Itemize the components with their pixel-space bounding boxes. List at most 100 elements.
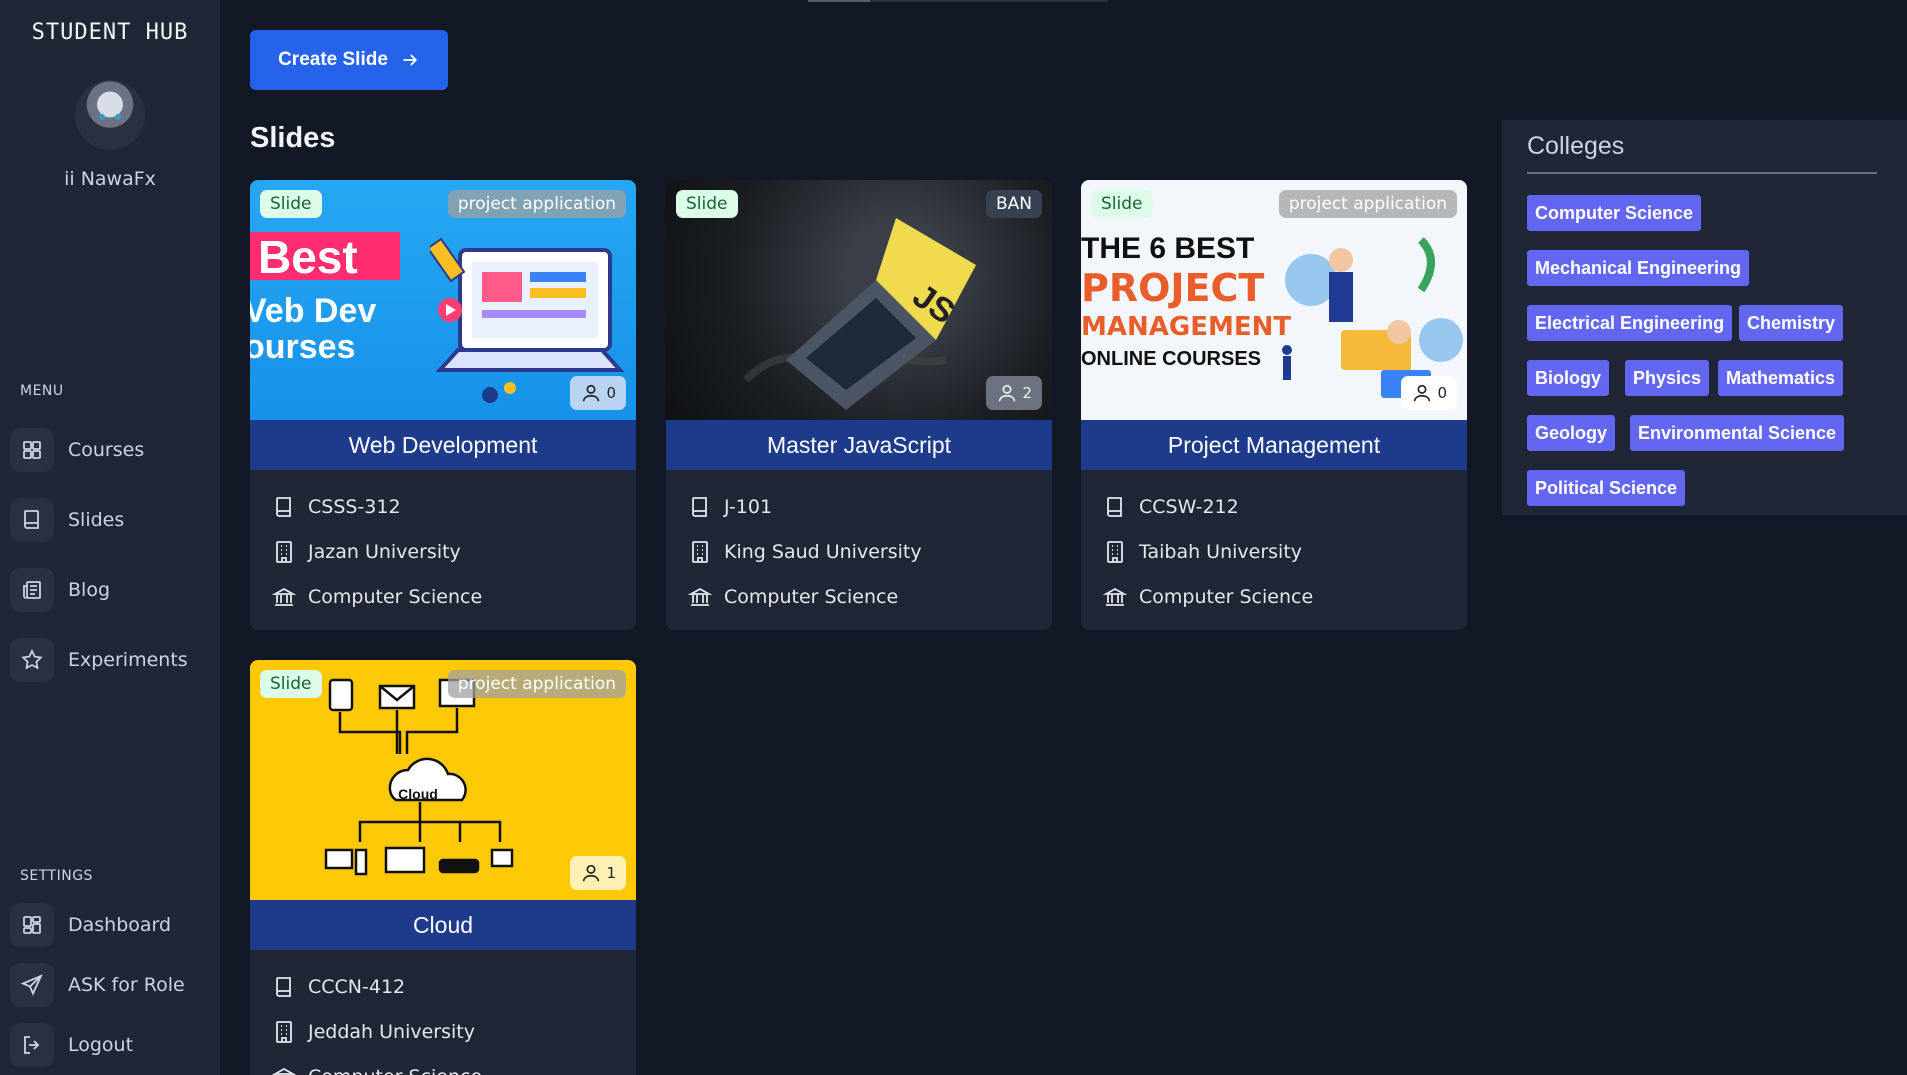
sidebar-item-label: Blog [68,579,110,601]
institution-icon [688,587,712,606]
university-name: King Saud University [724,540,922,563]
thumb-text: MANAGEMENT [1081,312,1292,342]
slide-thumbnail: JS Slide BAN 2 [666,180,1052,420]
category-badge: project application [447,670,626,698]
sidebar-item-logout[interactable]: Logout [10,1020,210,1070]
college-name: Computer Science [308,1066,482,1075]
university-row: King Saud University [688,529,1030,574]
slide-card-cloud[interactable]: Cloud Slide project application 1 Cloud … [250,660,636,1075]
menu-label: MENU [20,383,64,399]
avatar[interactable] [75,80,145,150]
college-tag[interactable]: Environmental Science [1630,415,1845,451]
building-icon [1107,540,1123,563]
sidebar-item-courses[interactable]: Courses [10,425,210,475]
university-row: Jazan University [272,529,614,574]
settings-label: SETTINGS [20,868,93,884]
college-tag[interactable]: Chemistry [1739,305,1844,341]
college-tag[interactable]: Electrical Engineering [1527,305,1733,341]
slide-thumbnail: THE 6 BEST PROJECT MANAGEMENT ONLINE COU… [1081,180,1467,420]
college-tag[interactable]: Physics [1625,360,1710,396]
slide-badge: Slide [260,190,322,218]
avatar-eye-left [99,114,105,120]
college-row: Computer Science [1103,574,1445,619]
sidebar-item-label: Courses [68,439,145,461]
category-badge: project application [447,190,626,218]
course-code: J-101 [724,495,773,518]
create-slide-button[interactable]: Create Slide [250,30,448,90]
participants-count: 0 [1437,384,1447,402]
participants-badge: 2 [986,376,1042,410]
institution-icon [1103,587,1127,606]
category-badge: BAN [985,190,1042,218]
logout-icon [10,1023,54,1067]
divider [1527,172,1877,174]
cloud-network-illustration: Cloud [324,678,514,876]
page-title: Slides [250,122,336,154]
user-icon [583,864,600,882]
college-tag[interactable]: Computer Science [1527,195,1702,231]
newspaper-icon [10,568,54,612]
sidebar-item-dashboard[interactable]: Dashboard [10,900,210,950]
course-code: CCCN-412 [308,975,406,998]
course-code-row: J-101 [688,484,1030,529]
university-name: Jeddah University [308,1020,475,1043]
college-tag[interactable]: Geology [1527,415,1616,451]
university-name: Taibah University [1139,540,1303,563]
college-row: Computer Science [272,574,614,619]
slide-thumbnail: Cloud Slide project application 1 [250,660,636,900]
university-row: Taibah University [1103,529,1445,574]
sidebar-item-label: Slides [68,509,125,531]
top-scroll-indicator [808,0,1108,2]
slide-card-project-management[interactable]: THE 6 BEST PROJECT MANAGEMENT ONLINE COU… [1081,180,1467,630]
participants-count: 0 [606,384,616,402]
book-icon [692,496,707,517]
book-icon [10,498,54,542]
sidebar-item-label: Logout [68,1034,134,1056]
slide-badge: Slide [676,190,738,218]
create-slide-label: Create Slide [278,49,388,70]
participants-badge: 0 [1401,376,1457,410]
building-icon [276,540,292,563]
participants-badge: 0 [570,376,626,410]
slide-card-web-development[interactable]: Best Veb Dev ourses Slide project applic… [250,180,636,630]
book-icon [1107,496,1122,517]
slide-badge: Slide [1091,190,1153,218]
arrow-right-icon [403,54,418,66]
college-name: Computer Science [1139,585,1314,608]
college-tag[interactable]: Political Science [1527,470,1686,506]
card-title: Cloud [250,900,636,950]
thumb-text: ONLINE COURSES [1081,348,1262,370]
star-icon [10,638,54,682]
sidebar-item-ask-for-role[interactable]: ASK for Role [10,960,210,1010]
sidebar-item-experiments[interactable]: Experiments [10,635,210,685]
participants-count: 2 [1022,384,1032,402]
participants-badge: 1 [570,856,626,890]
book-icon [276,976,291,997]
sidebar-item-label: Experiments [68,649,188,671]
colleges-panel: Colleges Computer Science Mechanical Eng… [1502,120,1907,515]
course-code-row: CSSS-312 [272,484,614,529]
grid-icon [10,903,54,947]
card-title: Master JavaScript [666,420,1052,470]
college-name: Computer Science [724,585,899,608]
username: ii NawaFx [64,168,156,190]
college-tag[interactable]: Biology [1527,360,1609,396]
college-tag[interactable]: Mathematics [1718,360,1844,396]
college-row: Computer Science [272,1054,614,1075]
participants-count: 1 [606,864,616,882]
thumb-text: ourses [250,328,356,366]
user-icon [1414,384,1431,402]
course-code: CCSW-212 [1139,495,1239,518]
card-title: Project Management [1081,420,1467,470]
slide-card-master-javascript[interactable]: JS Slide BAN 2 Master JavaScript J-101 K… [666,180,1052,630]
college-name: Computer Science [308,585,483,608]
university-row: Jeddah University [272,1009,614,1054]
sidebar-item-slides[interactable]: Slides [10,495,210,545]
building-icon [692,540,708,563]
sidebar-item-blog[interactable]: Blog [10,565,210,615]
college-tag[interactable]: Mechanical Engineering [1527,250,1750,286]
university-name: Jazan University [308,540,461,563]
category-badge: project application [1278,190,1457,218]
thumb-text: Best [258,231,358,283]
thumb-text: PROJECT [1081,266,1265,310]
